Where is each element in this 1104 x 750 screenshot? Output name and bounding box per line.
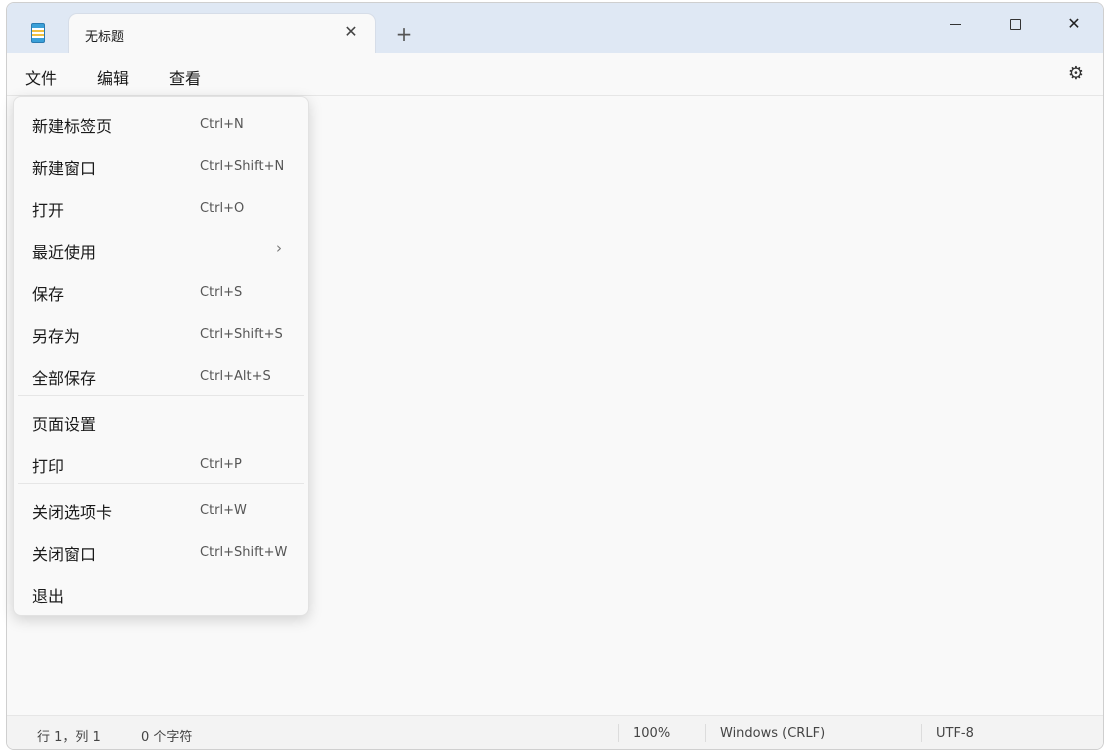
minimize-button[interactable] bbox=[932, 9, 978, 39]
menu-item-shortcut: Ctrl+P bbox=[200, 457, 242, 472]
menu-file[interactable]: 文件 bbox=[25, 65, 57, 89]
status-divider bbox=[921, 724, 922, 742]
notepad-app-icon bbox=[31, 23, 45, 43]
menu-separator bbox=[18, 395, 304, 396]
menu-item-shortcut: Ctrl+Shift+W bbox=[200, 545, 288, 560]
menu-item-label: 打印 bbox=[32, 457, 65, 476]
menu-separator bbox=[18, 483, 304, 484]
file-menu-dropdown: 新建标签页 Ctrl+N 新建窗口 Ctrl+Shift+N 打开 Ctrl+O… bbox=[13, 96, 309, 616]
new-tab-plus-icon[interactable]: + bbox=[393, 23, 415, 45]
zoom-level[interactable]: 100% bbox=[633, 726, 670, 741]
maximize-icon bbox=[1009, 19, 1021, 30]
menu-item-shortcut: Ctrl+W bbox=[200, 503, 247, 518]
menu-item-label: 保存 bbox=[32, 285, 65, 304]
close-window-button[interactable]: ✕ bbox=[1051, 9, 1097, 39]
encoding[interactable]: UTF-8 bbox=[936, 726, 974, 741]
status-bar: 行 1，列 1 0 个字符 100% Windows (CRLF) UTF-8 bbox=[7, 715, 1103, 749]
menu-item-label: 页面设置 bbox=[32, 415, 97, 434]
menu-item-label: 关闭选项卡 bbox=[32, 503, 113, 522]
menu-item-shortcut: Ctrl+Shift+S bbox=[200, 327, 283, 342]
menu-view[interactable]: 查看 bbox=[169, 65, 201, 89]
menu-item-shortcut: Ctrl+O bbox=[200, 201, 245, 216]
menu-item-label: 打开 bbox=[32, 201, 65, 220]
menu-item-close-tab[interactable]: 关闭选项卡 Ctrl+W bbox=[14, 487, 308, 529]
menu-item-save-as[interactable]: 另存为 Ctrl+Shift+S bbox=[14, 311, 308, 353]
menu-item-recent[interactable]: 最近使用 › bbox=[14, 227, 308, 269]
menu-item-open[interactable]: 打开 Ctrl+O bbox=[14, 185, 308, 227]
settings-gear-icon[interactable]: ⚙ bbox=[1065, 63, 1087, 85]
line-ending[interactable]: Windows (CRLF) bbox=[720, 726, 825, 741]
menu-item-label: 关闭窗口 bbox=[32, 545, 97, 564]
menu-item-exit[interactable]: 退出 bbox=[14, 571, 308, 613]
title-bar: 无标题 ✕ + ✕ bbox=[7, 3, 1103, 54]
menu-item-new-window[interactable]: 新建窗口 Ctrl+Shift+N bbox=[14, 143, 308, 185]
close-icon: ✕ bbox=[1067, 14, 1081, 33]
menu-item-close-window[interactable]: 关闭窗口 Ctrl+Shift+W bbox=[14, 529, 308, 571]
cursor-position: 行 1，列 1 bbox=[37, 730, 101, 745]
menu-item-shortcut: Ctrl+Alt+S bbox=[200, 369, 271, 384]
chevron-right-icon: › bbox=[276, 239, 282, 257]
menu-bar: 文件 编辑 查看 ⚙ bbox=[7, 53, 1103, 96]
tab-title: 无标题 bbox=[85, 30, 125, 45]
menu-item-label: 退出 bbox=[32, 587, 65, 606]
menu-item-label: 全部保存 bbox=[32, 369, 97, 388]
menu-item-shortcut: Ctrl+Shift+N bbox=[200, 159, 285, 174]
menu-item-save-all[interactable]: 全部保存 Ctrl+Alt+S bbox=[14, 353, 308, 395]
menu-item-label: 另存为 bbox=[32, 327, 81, 346]
menu-item-label: 新建窗口 bbox=[32, 159, 97, 178]
character-count: 0 个字符 bbox=[141, 730, 193, 745]
menu-item-new-tab[interactable]: 新建标签页 Ctrl+N bbox=[14, 101, 308, 143]
minimize-icon bbox=[949, 24, 961, 25]
menu-item-label: 新建标签页 bbox=[32, 117, 113, 136]
menu-item-shortcut: Ctrl+N bbox=[200, 117, 244, 132]
maximize-button[interactable] bbox=[992, 9, 1038, 39]
menu-item-page-setup[interactable]: 页面设置 bbox=[14, 399, 308, 441]
menu-item-shortcut: Ctrl+S bbox=[200, 285, 243, 300]
status-divider bbox=[705, 724, 706, 742]
menu-item-print[interactable]: 打印 Ctrl+P bbox=[14, 441, 308, 483]
menu-edit[interactable]: 编辑 bbox=[97, 65, 129, 89]
tab-close-icon[interactable]: ✕ bbox=[341, 22, 361, 42]
status-divider bbox=[618, 724, 619, 742]
menu-item-label: 最近使用 bbox=[32, 243, 97, 262]
menu-item-save[interactable]: 保存 Ctrl+S bbox=[14, 269, 308, 311]
tab-untitled[interactable]: 无标题 ✕ bbox=[69, 14, 375, 54]
